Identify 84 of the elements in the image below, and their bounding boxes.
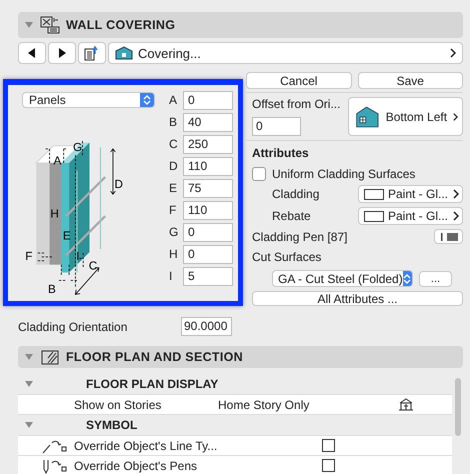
orientation-label: Cladding Orientation [18, 320, 128, 334]
previous-button[interactable] [18, 42, 46, 64]
dimension-label: B [48, 282, 56, 296]
pen-override-icon [42, 458, 68, 474]
parameter-input[interactable]: 5 [183, 266, 233, 286]
disclosure-triangle-icon[interactable] [24, 380, 34, 388]
parameter-label: B [169, 115, 177, 129]
next-button[interactable] [48, 42, 76, 64]
chevron-right-icon [453, 211, 459, 221]
surface-picker-button[interactable]: Paint - Gl... [358, 185, 463, 203]
dimension-label: F [25, 250, 32, 263]
checkbox-label: Uniform Cladding Surfaces [272, 167, 416, 181]
surface-label: Cladding [272, 187, 320, 201]
all-attributes-button[interactable]: All Attributes ... [252, 291, 463, 306]
pen-weight-icon [438, 232, 458, 240]
left-triangle-icon [28, 48, 36, 58]
property-label: Override Object's Line Ty... [74, 438, 218, 452]
parameter-label: C [169, 137, 177, 151]
parameter-label: A [169, 93, 177, 107]
offset-label: Offset from Ori... [252, 97, 340, 111]
cut-surfaces-label: Cut Surfaces [252, 250, 322, 264]
parameter-input[interactable]: 0 [183, 90, 233, 110]
anchor-point-button[interactable]: Bottom Left [348, 97, 463, 136]
chevron-right-icon [453, 189, 459, 199]
cut-fill-dropdown[interactable]: GA - Cut Steel (Folded) [272, 270, 413, 287]
pen-label: Cladding Pen [87] [252, 230, 348, 244]
property-value: Home Story Only [218, 398, 310, 412]
override-checkbox[interactable] [322, 439, 335, 452]
chevron-right-icon [450, 48, 456, 58]
parameter-label: H [169, 247, 177, 261]
dimension-label: A [53, 154, 62, 168]
section-title: WALL COVERING [66, 18, 176, 32]
dialog-button[interactable]: Save [358, 72, 463, 89]
stepper-icon [402, 271, 412, 286]
covering-selector-button[interactable]: Covering... [108, 42, 463, 64]
parameter-input[interactable]: 110 [183, 156, 233, 176]
section-title: FLOOR PLAN AND SECTION [66, 350, 243, 364]
chevron-right-icon [453, 112, 458, 122]
dimension-label: E [62, 230, 71, 243]
dimension-label: H [50, 208, 59, 221]
parameter-input[interactable]: 0 [183, 222, 233, 242]
uniform-surfaces-checkbox[interactable] [252, 167, 266, 181]
wall-settings-icon [40, 16, 60, 34]
offset-input[interactable]: 0 [252, 117, 301, 136]
dimension-label: I [76, 250, 80, 263]
disclosure-triangle-icon[interactable] [24, 421, 34, 429]
property-label: Override Object's Pens [74, 458, 198, 472]
more-button[interactable]: ... [419, 270, 452, 286]
building-icon [398, 398, 414, 412]
section-header[interactable]: FLOOR PLAN AND SECTION [18, 346, 463, 368]
swatch-icon [364, 188, 384, 200]
orientation-input[interactable]: 90.0000 [181, 317, 232, 336]
house-icon [115, 46, 133, 60]
stepper-icon [140, 93, 154, 107]
right-triangle-icon [58, 48, 66, 58]
scrollbar-thumb[interactable] [455, 378, 461, 436]
parameter-label: E [169, 181, 177, 195]
pen-picker-button[interactable] [434, 229, 463, 244]
parameter-label: G [169, 225, 177, 239]
document-arrow-icon [84, 45, 100, 61]
attributes-heading: Attributes [252, 146, 310, 160]
swatch-icon [364, 210, 384, 222]
parameter-input[interactable]: 250 [183, 134, 233, 154]
surface-picker-button[interactable]: Paint - Gl... [358, 207, 463, 225]
parameter-label: I [169, 269, 174, 283]
transfer-settings-button[interactable] [78, 42, 106, 64]
override-checkbox[interactable] [322, 459, 335, 472]
parameter-label: F [169, 203, 177, 217]
dimension-label: C [88, 259, 98, 272]
surface-label: Rebate [272, 209, 311, 223]
parameter-input[interactable]: 40 [183, 112, 233, 132]
dimension-label: D [114, 178, 123, 191]
parameter-input[interactable]: 0 [183, 244, 233, 264]
section-header[interactable]: WALL COVERING [18, 12, 463, 38]
property-label: Show on Stories [74, 398, 162, 412]
parameter-input[interactable]: 75 [183, 178, 233, 198]
dimension-label: G [73, 141, 82, 154]
dialog-button[interactable]: Cancel [246, 72, 352, 89]
parameter-label: D [169, 159, 177, 173]
parameter-input[interactable]: 110 [183, 200, 233, 220]
group-title: SYMBOL [86, 418, 138, 432]
type-dropdown[interactable]: Panels [22, 92, 155, 108]
group-title: FLOOR PLAN DISPLAY [86, 377, 218, 391]
floor-plan-icon [40, 348, 60, 366]
